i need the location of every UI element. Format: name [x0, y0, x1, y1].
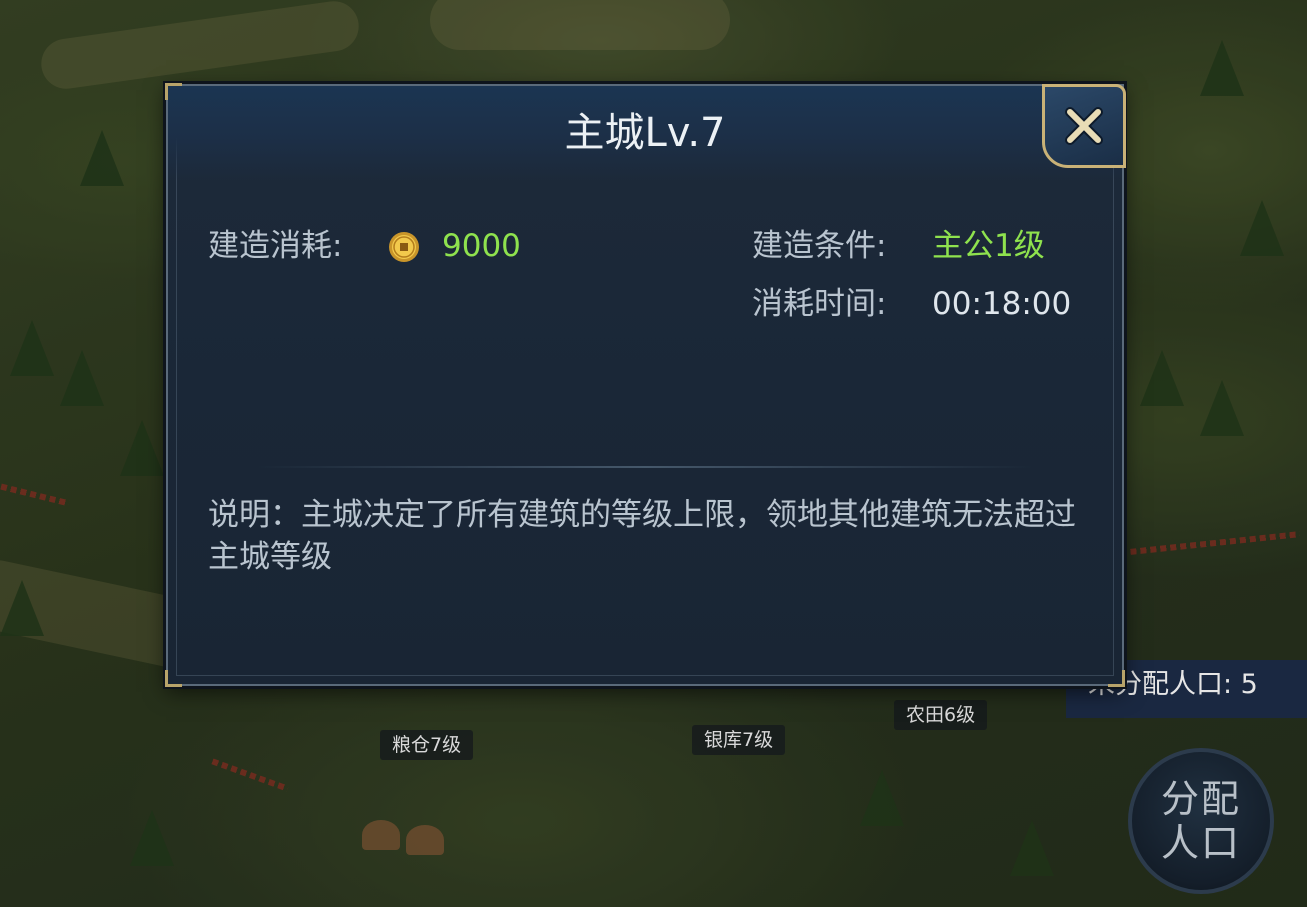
tree-icon: [860, 770, 904, 826]
cost-label: 建造消耗:: [208, 228, 343, 264]
copper-coin-icon: [389, 232, 419, 262]
treasury-label[interactable]: 银库7级: [692, 725, 786, 755]
assign-population-label: 分配人口: [1160, 777, 1241, 865]
tree-icon: [120, 420, 164, 476]
cost-value: 9000: [442, 228, 521, 264]
map-path: [430, 0, 730, 50]
building-description: 说明：主城决定了所有建筑的等级上限，领地其他建筑无法超过主城等级: [208, 497, 1076, 575]
close-button[interactable]: [1042, 84, 1126, 168]
assign-population-button[interactable]: 分配人口: [1128, 748, 1274, 894]
condition-label: 建造条件:: [752, 228, 887, 264]
tree-icon: [1200, 40, 1244, 96]
tree-icon: [130, 810, 174, 866]
dialog-title: 主城Lv.7: [564, 110, 726, 156]
hut: [362, 820, 400, 850]
tree-icon: [10, 320, 54, 376]
tree-icon: [80, 130, 124, 186]
tree-icon: [60, 350, 104, 406]
hut: [406, 825, 444, 855]
divider: [258, 466, 1032, 468]
tree-icon: [1140, 350, 1184, 406]
tree-icon: [0, 580, 44, 636]
frame-corner: [1108, 670, 1125, 687]
tree-icon: [1200, 380, 1244, 436]
frame-corner: [165, 670, 182, 687]
granary-label[interactable]: 粮仓7级: [380, 730, 474, 760]
condition-value: 主公1级: [932, 228, 1045, 264]
time-label: 消耗时间:: [752, 286, 887, 322]
close-x-icon: [1065, 107, 1103, 145]
tree-icon: [1240, 200, 1284, 256]
time-value: 00:18:00: [932, 286, 1072, 322]
farmland-label[interactable]: 农田6级: [894, 700, 988, 730]
building-info-dialog: 主城Lv.7 建造消耗: 9000 建造条件: 主公1级 消耗时间: 00:18…: [165, 83, 1126, 687]
tree-icon: [1010, 820, 1054, 876]
